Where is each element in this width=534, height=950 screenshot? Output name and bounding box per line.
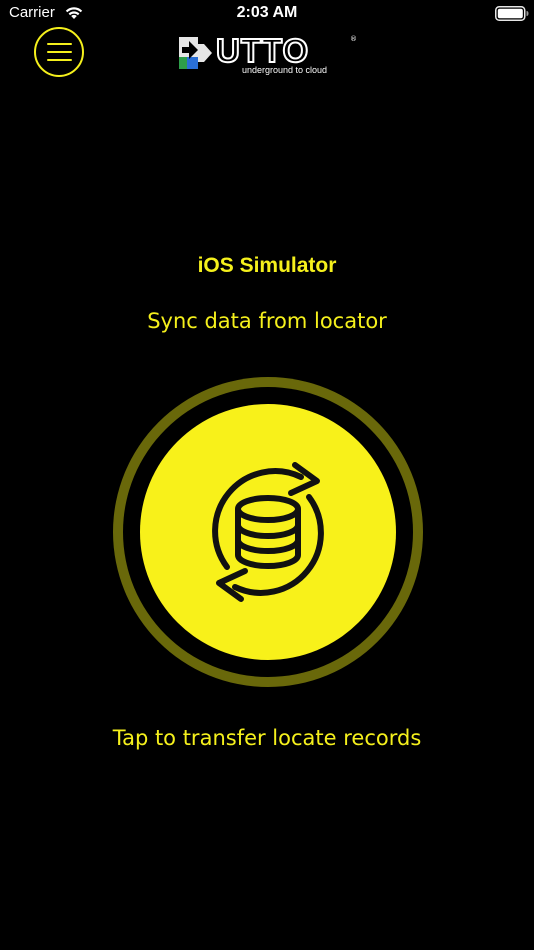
status-time: 2:03 AM [236, 4, 298, 21]
logo-tagline: underground to cloud [242, 65, 328, 75]
database-sync-icon [212, 462, 324, 602]
menu-button[interactable] [34, 27, 84, 77]
logo-registered-mark: ® [350, 35, 357, 43]
tap-hint: Tap to transfer locate records [112, 726, 422, 750]
battery-full-icon [495, 6, 529, 21]
device-name: iOS Simulator [197, 254, 337, 277]
status-bar: Carrier 2:03 AM [0, 0, 534, 28]
utto-logo: UTTO ® underground to cloud [176, 31, 360, 79]
sync-button[interactable] [113, 377, 423, 687]
sync-heading: Sync data from locator [147, 309, 387, 333]
logo-mark-icon [179, 37, 212, 69]
